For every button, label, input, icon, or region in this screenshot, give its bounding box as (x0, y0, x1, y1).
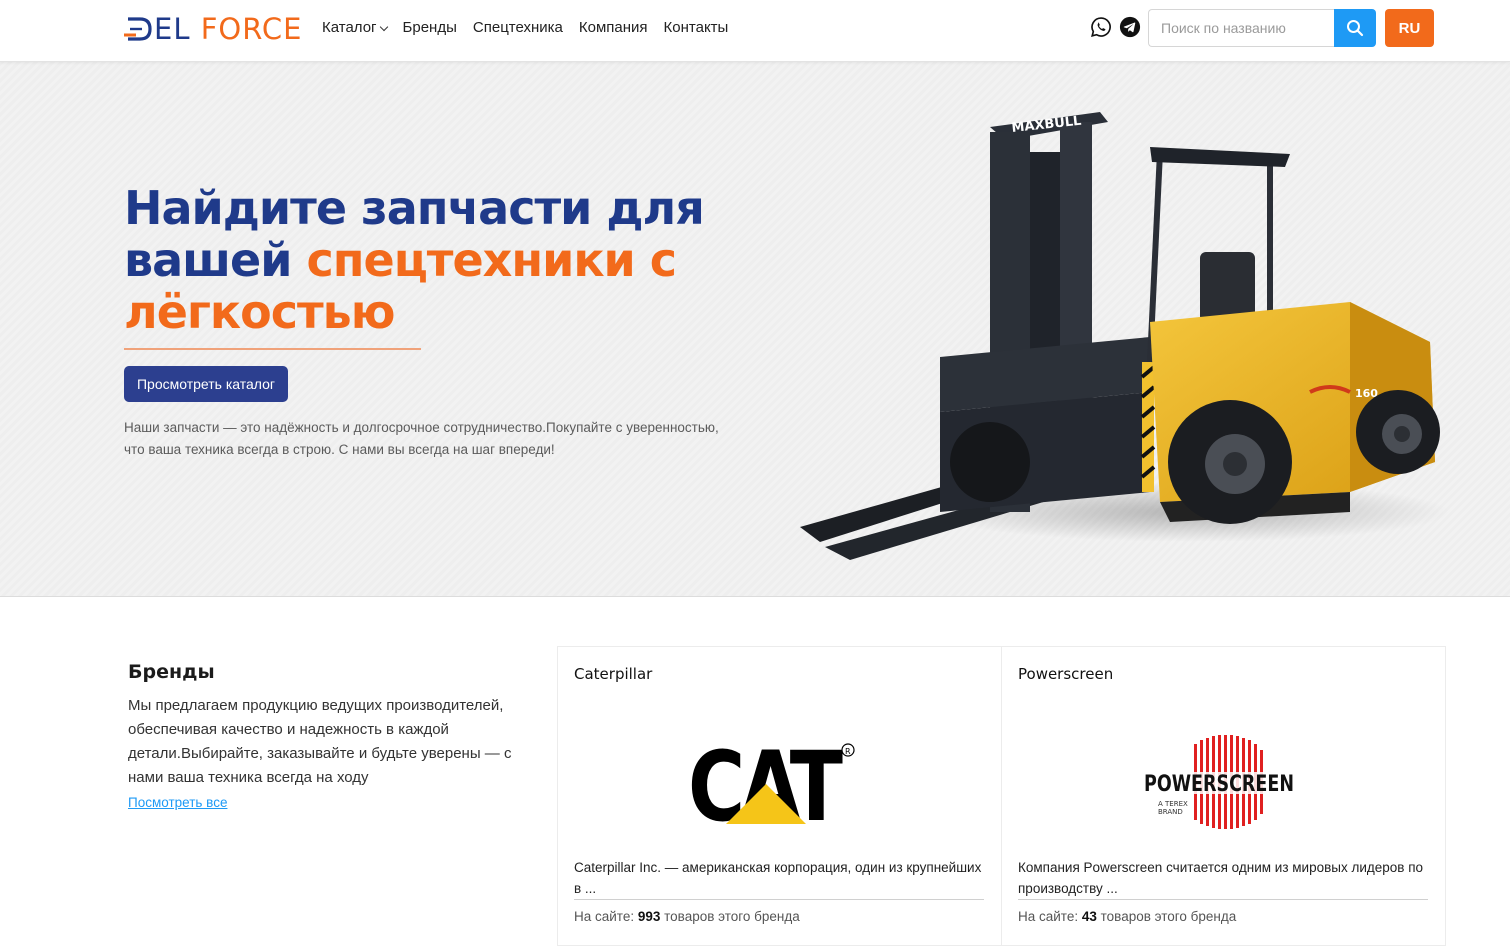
logo-text: EL FORCE (154, 12, 303, 46)
logo-text-part1: EL (154, 12, 201, 46)
brand-card-description: Компания Powerscreen считается одним из … (1018, 860, 1424, 896)
view-catalog-button[interactable]: Просмотреть каталог (124, 366, 288, 402)
view-all-brands-link[interactable]: Посмотреть все (128, 795, 227, 810)
brand-card-description: Caterpillar Inc. — американская корпорац… (574, 860, 982, 896)
hero-divider (124, 348, 421, 350)
brand-card-divider (1018, 899, 1428, 900)
brand-logo-powerscreen: POWERSCREEN A TEREX BRAND (1002, 717, 1447, 847)
powerscreen-logo-text: POWERSCREEN (1144, 772, 1294, 797)
nav-item-label: Бренды (402, 19, 457, 36)
telegram-icon[interactable] (1119, 16, 1141, 38)
main-nav: Каталог Бренды Спецтехника Компания Конт… (322, 18, 728, 38)
count-value: 43 (1081, 909, 1097, 924)
logo-mark-icon (124, 17, 152, 41)
count-prefix: На сайте: (574, 909, 638, 924)
language-button[interactable]: RU (1385, 9, 1434, 47)
nav-item-company[interactable]: Компания (579, 18, 648, 38)
chevron-down-icon (379, 22, 388, 31)
forklift-image: MAXBULL 160 (800, 112, 1450, 560)
hero-section: Найдите запчасти для вашей спецтехники с… (0, 62, 1510, 597)
nav-item-label: Компания (578, 19, 648, 36)
search-input[interactable] (1148, 9, 1334, 47)
brand-card-count: На сайте: 993 товаров этого бренда (574, 909, 800, 924)
count-prefix: На сайте: (1018, 909, 1082, 924)
nav-item-label: Контакты (663, 19, 729, 36)
hero-title: Найдите запчасти для вашей спецтехники с… (124, 182, 744, 338)
hero-description: Наши запчасти — это надёжность и долгоср… (124, 420, 719, 457)
nav-item-contacts[interactable]: Контакты (664, 18, 729, 38)
site-header: EL FORCE Каталог Бренды Спецтехника Комп… (0, 0, 1510, 62)
count-value: 993 (637, 909, 661, 924)
cat-logo-icon: CAT R (688, 732, 855, 832)
powerscreen-logo-sub2: BRAND (1158, 808, 1183, 816)
search-button[interactable] (1334, 9, 1376, 47)
svg-text:R: R (845, 747, 851, 756)
count-suffix: товаров этого бренда (660, 909, 800, 924)
brands-title: Бренды (128, 661, 215, 683)
brand-card-powerscreen[interactable]: Powerscreen POWERSCREEN A TEREX BRAND Ко… (1001, 646, 1446, 946)
brand-card-name: Powerscreen (1018, 665, 1114, 683)
hero-title-line1: Найдите запчасти для (124, 181, 705, 235)
brand-card-divider (574, 899, 984, 900)
nav-item-catalog[interactable]: Каталог (322, 18, 388, 38)
nav-item-label: Спецтехника (472, 19, 563, 36)
brand-card-caterpillar[interactable]: Caterpillar CAT R Caterpillar Inc. — аме… (557, 646, 1002, 946)
brand-logo-caterpillar: CAT R (558, 717, 1003, 847)
powerscreen-logo-icon: POWERSCREEN A TEREX BRAND (1139, 735, 1310, 829)
nav-item-machinery[interactable]: Спецтехника (473, 18, 563, 38)
hero-title-accent-line3: лёгкостью (124, 285, 395, 339)
site-logo[interactable]: EL FORCE (124, 12, 303, 46)
logo-text-part2: FORCE (200, 12, 303, 46)
whatsapp-icon[interactable] (1090, 16, 1112, 38)
search-icon (1347, 20, 1364, 37)
hero-title-accent: спецтехники с (306, 233, 677, 287)
nav-item-brands[interactable]: Бренды (403, 18, 457, 38)
nav-item-label: Каталог (322, 19, 377, 36)
brand-card-count: На сайте: 43 товаров этого бренда (1018, 909, 1236, 924)
hero-title-line2: вашей (124, 233, 307, 287)
brands-description: Мы предлагаем продукцию ведущих производ… (128, 697, 512, 786)
brand-card-name: Caterpillar (574, 665, 653, 683)
powerscreen-logo-sub1: A TEREX (1158, 800, 1188, 808)
count-suffix: товаров этого бренда (1096, 909, 1237, 924)
